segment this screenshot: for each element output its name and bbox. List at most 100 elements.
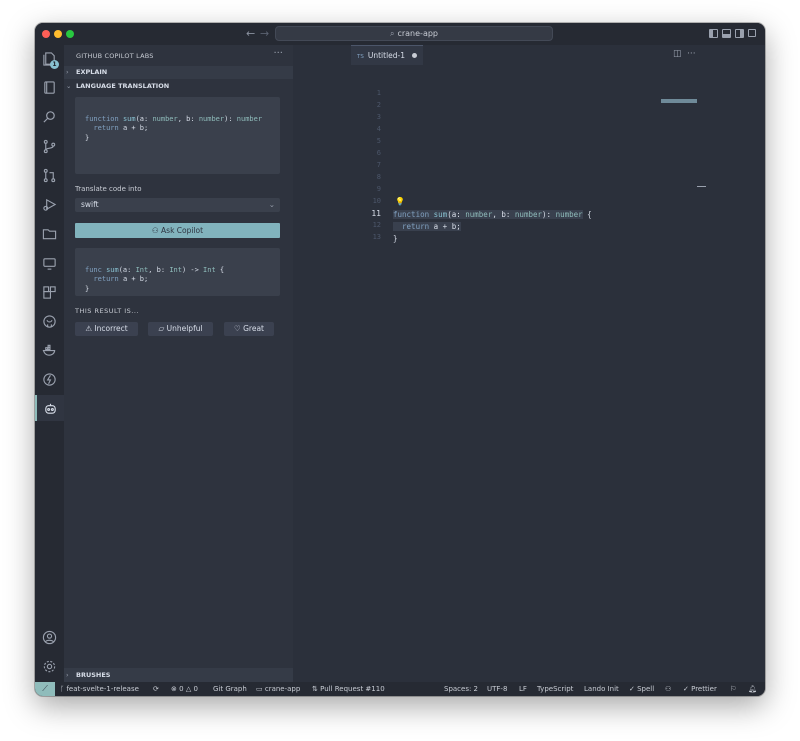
zoom-window-button[interactable] — [66, 30, 74, 38]
tab-untitled-1[interactable]: TS Untitled-1 — [351, 45, 423, 65]
chevron-right-icon: › — [66, 68, 69, 76]
folder-icon: ▭ — [256, 685, 263, 693]
double-check-icon: ✓ — [683, 685, 689, 693]
current-line-number: 11 — [371, 209, 381, 218]
ask-copilot-button[interactable]: ⚇ Ask Copilot — [75, 223, 280, 238]
prettier-status[interactable]: ✓ Prettier — [683, 682, 717, 696]
error-count: 0 — [179, 685, 184, 693]
activity-bar: 1 — [35, 45, 64, 682]
line-number: 5 — [376, 137, 381, 145]
section-brushes[interactable]: › BRUSHES — [64, 668, 293, 682]
warning-count: 0 — [193, 685, 198, 693]
copilot-labs-icon[interactable] — [35, 395, 64, 421]
split-editor-icon[interactable]: ◫ — [673, 49, 682, 59]
project-status[interactable]: ▭ crane-app — [256, 682, 300, 696]
source-code-box[interactable]: function sum(a: number, b: number): numb… — [75, 97, 280, 174]
forward-arrow-icon[interactable]: → — [260, 27, 269, 40]
target-language-select[interactable]: swift ⌄ — [75, 198, 280, 212]
line-number: 13 — [372, 233, 381, 241]
settings-gear-icon[interactable] — [35, 653, 64, 679]
tab-title: Untitled-1 — [367, 51, 406, 60]
accounts-icon[interactable] — [35, 624, 64, 650]
more-actions-icon[interactable]: ··· — [687, 49, 696, 59]
vscode-window: ← → ⌕ crane-app 1 GITHUB COPILOT LABS ··… — [35, 23, 765, 696]
section-explain-label: EXPLAIN — [76, 68, 108, 76]
problems-status[interactable]: ⊗ 0 △ 0 — [171, 682, 198, 696]
pull-requests-icon[interactable] — [35, 162, 64, 188]
command-center[interactable]: ⌕ crane-app — [275, 26, 553, 41]
feedback-icon[interactable]: ⚐ — [730, 682, 736, 696]
sidebar-title: GITHUB COPILOT LABS — [76, 52, 154, 60]
code-line-11[interactable]: function sum(a: number, b: number): numb… — [393, 210, 592, 219]
eol-status[interactable]: LF — [519, 682, 527, 696]
customize-layout-icon[interactable] — [748, 29, 756, 37]
line-number: 7 — [376, 161, 381, 169]
code-line: function sum(a: number, b: number): numb… — [85, 114, 263, 123]
docker-icon[interactable] — [35, 337, 64, 363]
target-language-value: swift — [81, 200, 99, 209]
section-explain[interactable]: › EXPLAIN — [64, 66, 293, 79]
line-number: 8 — [376, 173, 381, 181]
section-brushes-label: BRUSHES — [76, 671, 111, 679]
language-mode-status[interactable]: TypeScript — [537, 682, 573, 696]
editor-tab-bar: TS Untitled-1 ◫ ··· — [293, 45, 765, 65]
great-label: Great — [243, 324, 264, 333]
remote-indicator-icon[interactable]: ⟋ — [35, 682, 55, 696]
explorer-icon[interactable]: 1 — [35, 45, 64, 71]
ask-copilot-label: Ask Copilot — [161, 226, 204, 235]
copilot-status-icon[interactable]: ⚇ — [665, 682, 671, 696]
lando-status[interactable]: Lando Init — [584, 682, 619, 696]
git-graph-status[interactable]: Git Graph — [213, 682, 247, 696]
extensions-icon[interactable] — [35, 279, 64, 305]
result-code-box[interactable]: func sum(a: Int, b: Int) -> Int { return… — [75, 248, 280, 296]
great-button[interactable]: ♡ Great — [224, 322, 274, 336]
notifications-bell-icon[interactable]: 🔔︎ — [748, 682, 757, 696]
remote-explorer-icon[interactable] — [35, 250, 64, 276]
indentation-status[interactable]: Spaces: 2 — [444, 682, 478, 696]
toggle-secondary-sidebar-icon[interactable] — [735, 29, 744, 38]
search-icon[interactable] — [35, 103, 64, 129]
chevron-down-icon: ⌄ — [66, 82, 72, 90]
pull-request-status[interactable]: ⇅ Pull Request #110 — [312, 682, 385, 696]
github-icon[interactable] — [35, 308, 64, 334]
close-window-button[interactable] — [42, 30, 50, 38]
more-actions-icon[interactable]: ··· — [273, 48, 283, 59]
line-number: 1 — [376, 89, 381, 97]
section-language-translation[interactable]: ⌄ LANGUAGE TRANSLATION — [64, 80, 293, 93]
unsaved-dot-icon[interactable] — [412, 53, 417, 58]
sync-icon[interactable]: ⟳ — [153, 682, 159, 696]
line-number: 4 — [376, 125, 381, 133]
branch-status[interactable]: ᚴ feat-svelte-1-release — [60, 682, 139, 696]
chevron-down-icon: ⌄ — [268, 200, 275, 209]
unhelpful-button[interactable]: ▱ Unhelpful — [148, 322, 213, 336]
incorrect-button[interactable]: ⚠ Incorrect — [75, 322, 138, 336]
warning-icon: △ — [185, 685, 192, 693]
lightbulb-icon[interactable]: 💡 — [395, 197, 405, 206]
folder-icon[interactable] — [35, 220, 64, 246]
minimap-slider[interactable] — [661, 99, 697, 103]
explorer-badge: 1 — [50, 60, 59, 69]
section-language-translation-label: LANGUAGE TRANSLATION — [76, 82, 170, 90]
code-line-12[interactable]: return a + b; — [393, 222, 461, 231]
title-bar: ← → ⌕ crane-app — [35, 23, 765, 45]
source-control-icon[interactable] — [35, 133, 64, 159]
line-number: 12 — [372, 221, 381, 229]
code-line: return a + b; — [93, 124, 149, 132]
status-bar: ⟋ ᚴ feat-svelte-1-release ⟳ ⊗ 0 △ 0 Git … — [35, 682, 765, 696]
back-arrow-icon[interactable]: ← — [246, 27, 255, 40]
minimap-marker — [697, 186, 706, 187]
spell-status[interactable]: ✓ Spell — [629, 682, 654, 696]
run-debug-icon[interactable] — [35, 191, 64, 217]
pull-request-icon: ⇅ — [312, 685, 318, 693]
line-number: 2 — [376, 101, 381, 109]
minimize-window-button[interactable] — [54, 30, 62, 38]
code-line: func sum(a: Int, b: Int) -> Int { — [85, 265, 225, 274]
prettier-label: Prettier — [691, 685, 717, 693]
notebook-icon[interactable] — [35, 74, 64, 100]
toggle-primary-sidebar-icon[interactable] — [709, 29, 718, 38]
encoding-status[interactable]: UTF-8 — [487, 682, 507, 696]
pull-request-label: Pull Request #110 — [320, 685, 385, 693]
thunder-client-icon[interactable] — [35, 366, 64, 392]
toggle-panel-icon[interactable] — [722, 29, 731, 38]
code-line-13[interactable]: } — [393, 234, 398, 243]
